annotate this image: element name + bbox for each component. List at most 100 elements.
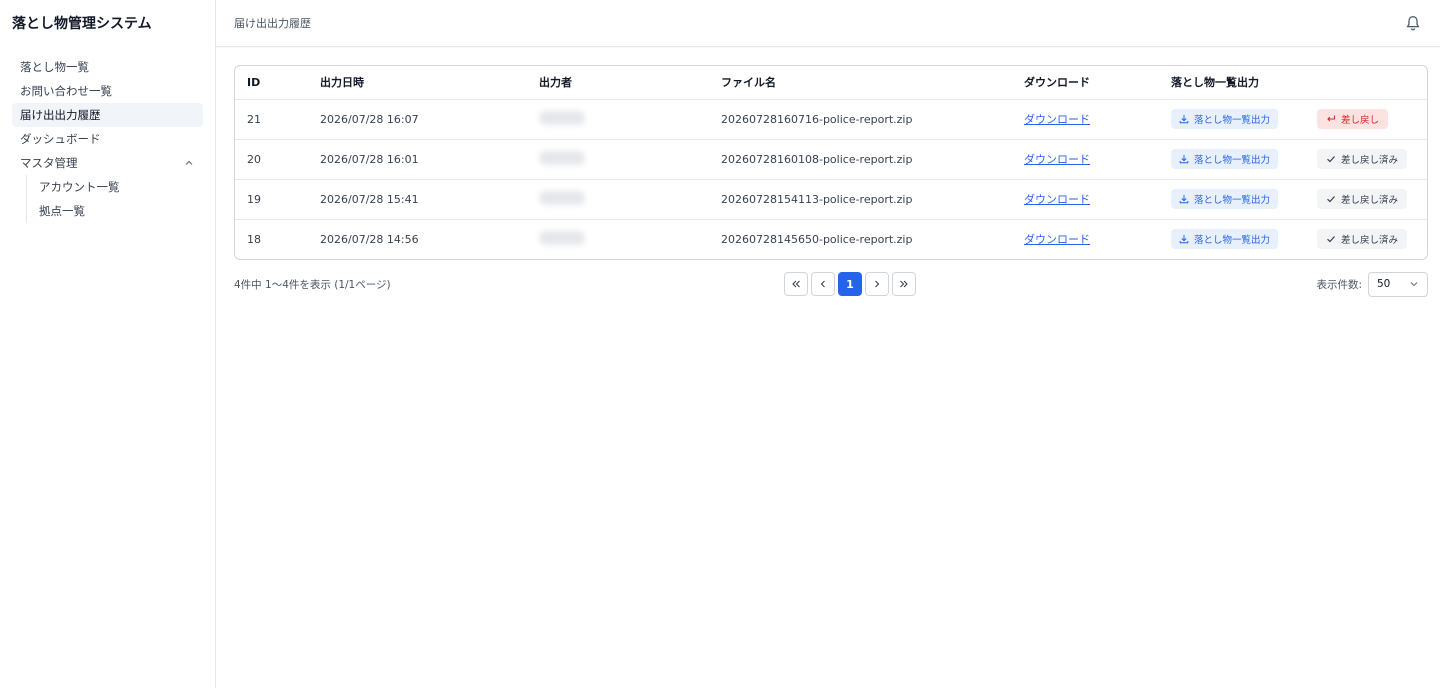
download-icon (1179, 195, 1189, 204)
cell-id: 19 (235, 179, 308, 220)
cell-datetime: 2026/07/28 16:07 (308, 99, 527, 140)
per-page-control: 表示件数: 50 (1316, 271, 1428, 297)
download-link[interactable]: ダウンロード (1024, 153, 1090, 166)
sidebar-subnav: アカウント一覧 拠点一覧 (26, 175, 203, 223)
export-list-button[interactable]: 落とし物一覧出力 (1171, 149, 1279, 169)
main-area: 届け出出力履歴 ID 出力日時 出力者 ファイル名 ダウンロード 落とし物一覧出… (216, 0, 1440, 688)
sidebar-item-inquiries[interactable]: お問い合わせ一覧 (12, 79, 203, 103)
col-header-export-list: 落とし物一覧出力 (1159, 66, 1305, 100)
exporter-name-redacted (539, 190, 585, 205)
export-list-label: 落とし物一覧出力 (1194, 235, 1271, 247)
cell-filename: 20260728160108-police-report.zip (709, 139, 1012, 180)
cell-datetime: 2026/07/28 14:56 (320, 232, 419, 246)
check-icon (1327, 236, 1335, 243)
per-page-value: 50 (1377, 278, 1391, 290)
chevrons-left-icon (792, 280, 800, 288)
export-list-label: 落とし物一覧出力 (1194, 155, 1271, 166)
cell-download: ダウンロード (1012, 139, 1159, 180)
exporter-name-redacted (539, 230, 585, 245)
chevron-down-icon (1410, 282, 1418, 287)
chevron-up-icon (185, 160, 193, 165)
table-row: 20 2026/07/28 16:01 20260728160108-polic… (235, 139, 1427, 180)
export-list-button[interactable]: 落とし物一覧出力 (1171, 229, 1279, 250)
cell-datetime: 2026/07/28 15:41 (308, 179, 527, 220)
cell-filename: 20260728145650-police-report.zip (721, 232, 913, 246)
cell-action: 差し戻し済み (1305, 139, 1427, 180)
bell-icon[interactable] (1404, 14, 1422, 32)
result-count: 4件中 1〜4件を表示 (1/1ページ) (234, 278, 391, 291)
sidebar-item-accounts[interactable]: アカウント一覧 (27, 175, 203, 199)
cell-id: 21 (235, 99, 308, 140)
table-row: 21 2026/07/28 16:07 20260728160716-polic… (235, 99, 1427, 140)
breadcrumb: 届け出出力履歴 (234, 17, 311, 30)
export-list-button[interactable]: 落とし物一覧出力 (1171, 189, 1279, 209)
revert-button[interactable]: 差し戻し (1317, 109, 1389, 129)
col-header-action (1305, 66, 1427, 100)
download-icon (1179, 115, 1189, 124)
cell-exporter (527, 139, 709, 180)
reverted-label: 差し戻し済み (1341, 155, 1399, 166)
sidebar-group-master[interactable]: マスタ管理 (12, 151, 203, 175)
last-page-button[interactable] (892, 272, 916, 296)
cell-action: 差し戻し済み (1305, 219, 1427, 259)
cell-download: ダウンロード (1012, 179, 1159, 220)
sidebar-item-report-history[interactable]: 届け出出力履歴 (12, 103, 203, 127)
next-page-button[interactable] (865, 272, 889, 296)
cell-export: 落とし物一覧出力 (1159, 99, 1305, 140)
return-arrow-icon (1327, 115, 1336, 122)
content: ID 出力日時 出力者 ファイル名 ダウンロード 落とし物一覧出力 21 202… (216, 47, 1440, 308)
sidebar-group-label: マスタ管理 (20, 156, 78, 170)
sidebar-item-dashboard[interactable]: ダッシュボード (12, 127, 203, 151)
cell-download: ダウンロード (1012, 99, 1159, 140)
col-header-datetime: 出力日時 (308, 66, 527, 100)
cell-action: 差し戻し済み (1305, 179, 1427, 220)
cell-action: 差し戻し (1305, 99, 1427, 140)
col-header-id: ID (235, 66, 308, 100)
cell-export: 落とし物一覧出力 (1159, 219, 1305, 259)
col-header-filename: ファイル名 (709, 66, 1012, 100)
cell-download: ダウンロード (1012, 219, 1159, 259)
export-list-label: 落とし物一覧出力 (1194, 195, 1271, 206)
page-button-current[interactable]: 1 (838, 272, 862, 296)
app-title: 落とし物管理システム (12, 16, 152, 32)
reverted-label: 差し戻し済み (1341, 235, 1399, 247)
per-page-select[interactable]: 50 (1368, 271, 1428, 297)
cell-exporter (527, 219, 709, 259)
col-header-download: ダウンロード (1012, 66, 1159, 100)
reverted-badge: 差し戻し済み (1317, 149, 1408, 169)
download-link[interactable]: ダウンロード (1024, 233, 1090, 246)
sidebar-nav: 落とし物一覧 お問い合わせ一覧 届け出出力履歴 ダッシュボード マスタ管理 アカ… (12, 55, 203, 223)
check-icon (1327, 156, 1335, 163)
table-row: 19 2026/07/28 15:41 20260728154113-polic… (235, 179, 1427, 220)
cell-exporter (527, 179, 709, 220)
first-page-button[interactable] (784, 272, 808, 296)
revert-label: 差し戻し (1341, 115, 1380, 126)
exporter-name-redacted (539, 150, 585, 165)
export-list-button[interactable]: 落とし物一覧出力 (1171, 109, 1279, 129)
prev-page-button[interactable] (811, 272, 835, 296)
pagination: 1 (784, 272, 916, 296)
history-table: ID 出力日時 出力者 ファイル名 ダウンロード 落とし物一覧出力 21 202… (234, 65, 1428, 260)
chevrons-right-icon (900, 280, 908, 288)
cell-export: 落とし物一覧出力 (1159, 179, 1305, 220)
sidebar: 落とし物管理システム 落とし物一覧 お問い合わせ一覧 届け出出力履歴 ダッシュボ… (0, 0, 216, 688)
cell-id: 18 (247, 232, 261, 246)
sidebar-item-locations[interactable]: 拠点一覧 (27, 199, 203, 223)
cell-filename: 20260728154113-police-report.zip (709, 179, 1012, 220)
download-link[interactable]: ダウンロード (1024, 193, 1090, 206)
download-icon (1179, 155, 1189, 164)
reverted-badge: 差し戻し済み (1317, 229, 1408, 250)
reverted-label: 差し戻し済み (1341, 195, 1399, 206)
app-root: 落とし物管理システム 落とし物一覧 お問い合わせ一覧 届け出出力履歴 ダッシュボ… (0, 0, 1440, 688)
exporter-name-redacted (539, 110, 585, 125)
topbar: 届け出出力履歴 (216, 0, 1440, 47)
cell-filename: 20260728160716-police-report.zip (709, 99, 1012, 140)
per-page-label: 表示件数: (1316, 278, 1362, 291)
cell-datetime: 2026/07/28 16:01 (308, 139, 527, 180)
table-header-row: ID 出力日時 出力者 ファイル名 ダウンロード 落とし物一覧出力 (235, 66, 1427, 100)
cell-exporter (527, 99, 709, 140)
table-row: 18 2026/07/28 14:56 20260728145650-polic… (235, 219, 1427, 259)
pagination-bar: 4件中 1〜4件を表示 (1/1ページ) 1 表示件数: 50 (234, 260, 1428, 308)
download-link[interactable]: ダウンロード (1024, 113, 1090, 126)
sidebar-item-lost-items[interactable]: 落とし物一覧 (12, 55, 203, 79)
